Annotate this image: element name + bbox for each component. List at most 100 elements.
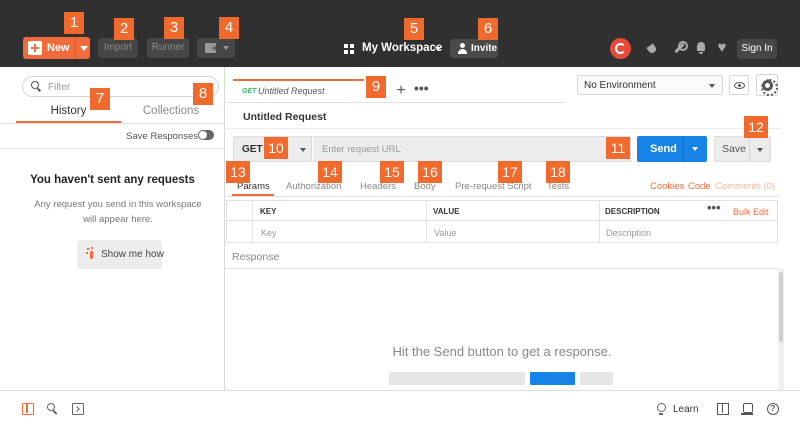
search-icon[interactable] <box>47 403 59 415</box>
placeholder-bar <box>389 372 525 385</box>
chevron-down-icon <box>435 47 441 51</box>
callout-10: 10 <box>264 137 288 159</box>
column-description: DESCRIPTION <box>605 207 660 216</box>
console-icon[interactable] <box>72 403 84 415</box>
callout-12: 12 <box>744 116 768 138</box>
comments-link[interactable]: Comments (0) <box>715 181 775 192</box>
cookies-link[interactable]: Cookies <box>650 181 684 192</box>
more-tabs-button[interactable]: ••• <box>414 81 429 98</box>
scrollbar[interactable] <box>778 268 784 390</box>
new-window-button[interactable] <box>197 38 235 58</box>
environment-label: No Environment <box>584 80 656 91</box>
column-value: VALUE <box>433 207 460 216</box>
eye-icon <box>734 82 745 89</box>
divider <box>0 148 224 149</box>
callout-2: 2 <box>114 18 134 40</box>
callout-8: 8 <box>193 83 213 105</box>
new-button[interactable]: New <box>23 37 90 59</box>
bootcamp-icon[interactable] <box>741 403 753 415</box>
show-me-how-label: Show me how <box>101 249 164 260</box>
divider <box>226 128 780 129</box>
table-column-divider <box>426 201 427 242</box>
save-label: Save <box>722 143 746 155</box>
table-column-divider <box>599 201 600 242</box>
new-window-icon <box>205 43 217 53</box>
manage-environments-button[interactable] <box>756 74 778 96</box>
description-input[interactable]: Description <box>606 228 651 238</box>
response-label: Response <box>232 251 280 263</box>
two-pane-layout-icon[interactable] <box>717 403 729 415</box>
chevron-down-icon[interactable] <box>692 147 698 151</box>
placeholder-bar <box>580 372 613 385</box>
filter-input[interactable] <box>48 80 208 94</box>
callout-17: 17 <box>498 161 522 183</box>
environment-quick-look-button[interactable] <box>729 75 749 95</box>
import-button[interactable]: Import <box>98 38 138 58</box>
workspace-label: My Workspace <box>362 42 443 54</box>
callout-1: 1 <box>64 12 84 34</box>
value-input[interactable]: Value <box>434 228 456 238</box>
add-tab-button[interactable]: + <box>394 82 408 100</box>
chevron-down-icon <box>223 46 229 50</box>
chevron-down-icon <box>300 148 306 152</box>
gear-icon <box>761 79 778 96</box>
callout-4: 4 <box>219 17 239 39</box>
callout-18: 18 <box>546 161 570 183</box>
invite-button[interactable]: Invite <box>450 39 498 58</box>
key-input[interactable]: Key <box>261 228 277 238</box>
new-button-label: New <box>47 42 70 54</box>
request-title[interactable]: Untitled Request <box>243 111 326 123</box>
environment-select[interactable]: No Environment <box>577 75 723 95</box>
chevron-down-icon[interactable] <box>757 148 763 152</box>
save-button[interactable]: Save <box>714 136 771 162</box>
status-bar: Learn ? <box>0 390 800 441</box>
empty-state-title: You haven't sent any requests <box>30 174 195 186</box>
grid-icon <box>344 44 354 54</box>
placeholder-bar <box>530 372 575 385</box>
request-tab[interactable]: GET Untitled Request <box>233 82 364 102</box>
active-request-tab-indicator <box>233 79 364 81</box>
callout-11: 11 <box>606 137 630 159</box>
column-key: KEY <box>260 207 277 216</box>
save-responses-toggle[interactable] <box>198 130 214 140</box>
bell-icon[interactable] <box>694 41 708 55</box>
request-tab-method: GET <box>242 88 257 95</box>
url-input[interactable] <box>313 136 631 162</box>
divider <box>226 102 566 103</box>
runner-button[interactable]: Runner <box>147 38 189 58</box>
save-divider <box>749 137 750 161</box>
sidebar: History Collections Save Responses You h… <box>0 67 225 390</box>
callout-3: 3 <box>164 17 184 39</box>
save-responses-label: Save Responses <box>126 131 198 142</box>
pointer-icon <box>87 248 97 260</box>
send-button[interactable]: Send <box>637 136 707 162</box>
table-column-divider <box>252 201 253 242</box>
chevron-down-icon <box>709 84 715 88</box>
callout-15: 15 <box>380 161 404 183</box>
lightbulb-icon[interactable] <box>655 403 667 415</box>
chevron-down-icon[interactable] <box>80 46 88 51</box>
heart-icon[interactable]: ♥ <box>715 40 729 55</box>
bulk-edit-link[interactable]: Bulk Edit <box>733 207 769 217</box>
show-me-how-button[interactable]: Show me how <box>77 240 164 269</box>
search-icon <box>31 81 41 91</box>
sync-icon[interactable] <box>610 38 631 59</box>
wrench-icon[interactable] <box>672 41 688 55</box>
response-empty-message: Hit the Send button to get a response. <box>392 344 612 359</box>
empty-state-description: Any request you send in this workspace w… <box>34 199 202 225</box>
invite-icon <box>458 43 468 54</box>
code-link[interactable]: Code <box>688 181 711 192</box>
learn-link[interactable]: Learn <box>673 404 699 415</box>
callout-16: 16 <box>418 161 442 183</box>
filter-box[interactable] <box>22 76 219 97</box>
satellite-icon[interactable] <box>645 41 659 55</box>
divider <box>226 196 780 197</box>
table-more-button[interactable]: ••• <box>707 201 721 214</box>
plus-icon <box>28 41 42 55</box>
method-label: GET <box>242 144 263 155</box>
sign-in-button[interactable]: Sign In <box>737 39 777 59</box>
callout-9: 9 <box>366 76 386 98</box>
help-icon[interactable]: ? <box>767 403 779 415</box>
sidebar-toggle-icon[interactable] <box>22 403 34 415</box>
new-button-divider <box>75 37 76 59</box>
